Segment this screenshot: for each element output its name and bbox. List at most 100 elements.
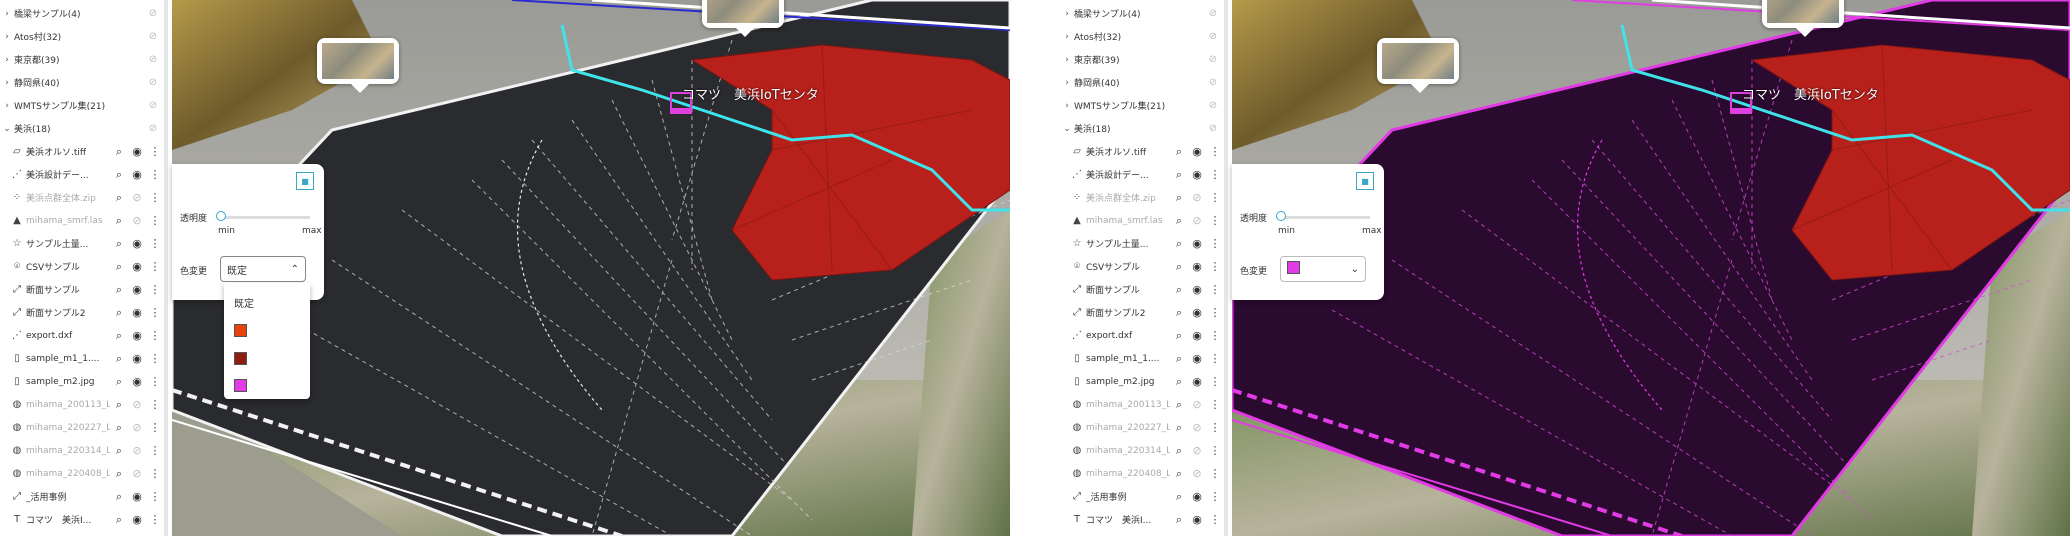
visibility-off-icon[interactable]: ⊘ xyxy=(128,214,146,227)
visibility-off-icon[interactable]: ⊘ xyxy=(1206,77,1220,88)
more-menu-icon[interactable]: ⋮ xyxy=(146,306,164,319)
layer-row[interactable]: ◍ mihama_220314_LLV⌕⊘⋮ xyxy=(0,439,164,462)
layer-group-row[interactable]: › 静岡県(40) ⊘ xyxy=(1060,71,1224,94)
chevron-right-icon[interactable]: › xyxy=(1060,32,1074,42)
color-option-magenta[interactable] xyxy=(234,379,247,392)
zoom-to-icon[interactable]: ⌕ xyxy=(1170,444,1188,458)
visibility-icon[interactable]: ◉ xyxy=(1188,513,1206,526)
color-option-orange[interactable] xyxy=(234,324,247,337)
more-menu-icon[interactable]: ⋮ xyxy=(1206,145,1224,158)
more-menu-icon[interactable]: ⋮ xyxy=(1206,237,1224,250)
zoom-to-icon[interactable]: ⌕ xyxy=(110,467,128,481)
layer-row[interactable]: ⌾ CSVサンプル ⌕ ◉ ⋮ xyxy=(1060,255,1224,278)
zoom-to-icon[interactable]: ⌕ xyxy=(1170,421,1188,435)
visibility-icon[interactable]: ◉ xyxy=(1188,168,1206,181)
layer-group-row[interactable]: › WMTSサンプル集(21) ⊘ xyxy=(0,94,164,117)
layer-row[interactable]: ▯ sample_m1_1.... ⌕ ◉ ⋮ xyxy=(0,347,164,370)
chevron-right-icon[interactable]: › xyxy=(1060,9,1074,19)
visibility-icon[interactable]: ◉ xyxy=(128,375,146,388)
visibility-off-icon[interactable]: ⊘ xyxy=(128,191,146,204)
layer-row[interactable]: ⤢ _活用事例 ⌕ ◉ ⋮ xyxy=(0,485,164,508)
zoom-to-icon[interactable]: ⌕ xyxy=(110,352,128,366)
more-menu-icon[interactable]: ⋮ xyxy=(1206,260,1224,273)
visibility-off-icon[interactable]: ⊘ xyxy=(1188,398,1206,411)
visibility-icon[interactable]: ◉ xyxy=(1188,306,1206,319)
zoom-to-icon[interactable]: ⌕ xyxy=(110,398,128,412)
more-menu-icon[interactable]: ⋮ xyxy=(146,421,164,434)
more-menu-icon[interactable]: ⋮ xyxy=(146,444,164,457)
chevron-right-icon[interactable]: › xyxy=(0,101,14,111)
zoom-to-icon[interactable]: ⌕ xyxy=(1170,283,1188,297)
layer-group-row[interactable]: › 東京都(39) ⊘ xyxy=(1060,48,1224,71)
transparency-slider[interactable] xyxy=(216,211,310,221)
more-menu-icon[interactable]: ⋮ xyxy=(1206,191,1224,204)
zoom-to-icon[interactable]: ⌕ xyxy=(110,444,128,458)
visibility-off-icon[interactable]: ⊘ xyxy=(146,77,160,88)
visibility-icon[interactable]: ◉ xyxy=(128,352,146,365)
layer-row[interactable]: ⁘ 美浜点群全体.zip ⌕ ⊘ ⋮ xyxy=(1060,186,1224,209)
zoom-to-icon[interactable]: ⌕ xyxy=(1170,145,1188,159)
visibility-icon[interactable]: ◉ xyxy=(1188,490,1206,503)
more-menu-icon[interactable]: ⋮ xyxy=(146,283,164,296)
more-menu-icon[interactable]: ⋮ xyxy=(1206,168,1224,181)
layer-row[interactable]: ▯ sample_m1_1.... ⌕ ◉ ⋮ xyxy=(1060,347,1224,370)
zoom-to-icon[interactable]: ⌕ xyxy=(110,283,128,297)
layer-row[interactable]: ▱ 美浜オルソ.tiff ⌕ ◉ ⋮ xyxy=(1060,140,1224,163)
visibility-off-icon[interactable]: ⊘ xyxy=(1188,467,1206,480)
layer-row[interactable]: ◍ mihama_200113_LLV⌕⊘⋮ xyxy=(1060,393,1224,416)
layer-row[interactable]: ⤢ 断面サンプル2 ⌕ ◉ ⋮ xyxy=(0,301,164,324)
visibility-icon[interactable]: ◉ xyxy=(128,513,146,526)
layer-row[interactable]: ⋰ 美浜設計デー... ⌕ ◉ ⋮ xyxy=(0,163,164,186)
zoom-to-icon[interactable]: ⌕ xyxy=(110,191,128,205)
visibility-icon[interactable]: ◉ xyxy=(128,283,146,296)
visibility-off-icon[interactable]: ⊘ xyxy=(146,31,160,42)
chevron-right-icon[interactable]: › xyxy=(1060,101,1074,111)
zoom-to-icon[interactable]: ⌕ xyxy=(110,513,128,527)
visibility-off-icon[interactable]: ⊘ xyxy=(1206,31,1220,42)
layer-row[interactable]: ▱ 美浜オルソ.tiff ⌕ ◉ ⋮ xyxy=(0,140,164,163)
color-select[interactable]: 既定 ⌃ xyxy=(220,256,306,282)
more-menu-icon[interactable]: ⋮ xyxy=(1206,490,1224,503)
layer-row[interactable]: ◍ mihama_200113_LLV⌕⊘⋮ xyxy=(0,393,164,416)
zoom-to-icon[interactable]: ⌕ xyxy=(110,214,128,228)
more-menu-icon[interactable]: ⋮ xyxy=(146,352,164,365)
layer-row[interactable]: ▯ sample_m2.jpg ⌕ ◉ ⋮ xyxy=(1060,370,1224,393)
layer-row[interactable]: ⋰ 美浜設計デー... ⌕ ◉ ⋮ xyxy=(1060,163,1224,186)
zoom-to-icon[interactable]: ⌕ xyxy=(1170,191,1188,205)
layer-row[interactable]: ⁘ 美浜点群全体.zip ⌕ ⊘ ⋮ xyxy=(0,186,164,209)
layer-row[interactable]: ☆ サンプル土量... ⌕ ◉ ⋮ xyxy=(1060,232,1224,255)
zoom-to-icon[interactable]: ⌕ xyxy=(110,306,128,320)
layer-row[interactable]: ⤢ _活用事例 ⌕ ◉ ⋮ xyxy=(1060,485,1224,508)
color-option-dark-red[interactable] xyxy=(234,352,247,365)
zoom-to-icon[interactable]: ⌕ xyxy=(110,168,128,182)
zoom-to-icon[interactable]: ⌕ xyxy=(110,421,128,435)
visibility-off-icon[interactable]: ⊘ xyxy=(1206,54,1220,65)
chevron-right-icon[interactable]: › xyxy=(1060,78,1074,88)
visibility-icon[interactable]: ◉ xyxy=(128,237,146,250)
chevron-right-icon[interactable]: › xyxy=(0,32,14,42)
zoom-to-icon[interactable]: ⌕ xyxy=(1170,214,1188,228)
more-menu-icon[interactable]: ⋮ xyxy=(146,513,164,526)
visibility-off-icon[interactable]: ⊘ xyxy=(128,398,146,411)
visibility-icon[interactable]: ◉ xyxy=(1188,283,1206,296)
more-menu-icon[interactable]: ⋮ xyxy=(146,467,164,480)
visibility-icon[interactable]: ◉ xyxy=(1188,329,1206,342)
visibility-icon[interactable]: ◉ xyxy=(1188,260,1206,273)
visibility-off-icon[interactable]: ⊘ xyxy=(128,444,146,457)
more-menu-icon[interactable]: ⋮ xyxy=(146,191,164,204)
layer-group-row[interactable]: ⌄ 美浜(18) ⊘ xyxy=(1060,117,1224,140)
visibility-off-icon[interactable]: ⊘ xyxy=(128,421,146,434)
layer-row[interactable]: ☆ サンプル土量... ⌕ ◉ ⋮ xyxy=(0,232,164,255)
zoom-to-icon[interactable]: ⌕ xyxy=(1170,467,1188,481)
visibility-icon[interactable]: ◉ xyxy=(1188,145,1206,158)
more-menu-icon[interactable]: ⋮ xyxy=(1206,306,1224,319)
layer-row[interactable]: ⌾ CSVサンプル ⌕ ◉ ⋮ xyxy=(0,255,164,278)
layer-group-row[interactable]: ⌄ 美浜(18) ⊘ xyxy=(0,117,164,140)
visibility-off-icon[interactable]: ⊘ xyxy=(146,54,160,65)
layer-group-row[interactable]: › WMTSサンプル集(21) ⊘ xyxy=(1060,94,1224,117)
layer-row[interactable]: ◍ mihama_220408_LLV⌕⊘⋮ xyxy=(1060,462,1224,485)
visibility-off-icon[interactable]: ⊘ xyxy=(146,8,160,19)
more-menu-icon[interactable]: ⋮ xyxy=(146,260,164,273)
layer-group-row[interactable]: › 東京都(39) ⊘ xyxy=(0,48,164,71)
visibility-off-icon[interactable]: ⊘ xyxy=(1206,123,1220,134)
